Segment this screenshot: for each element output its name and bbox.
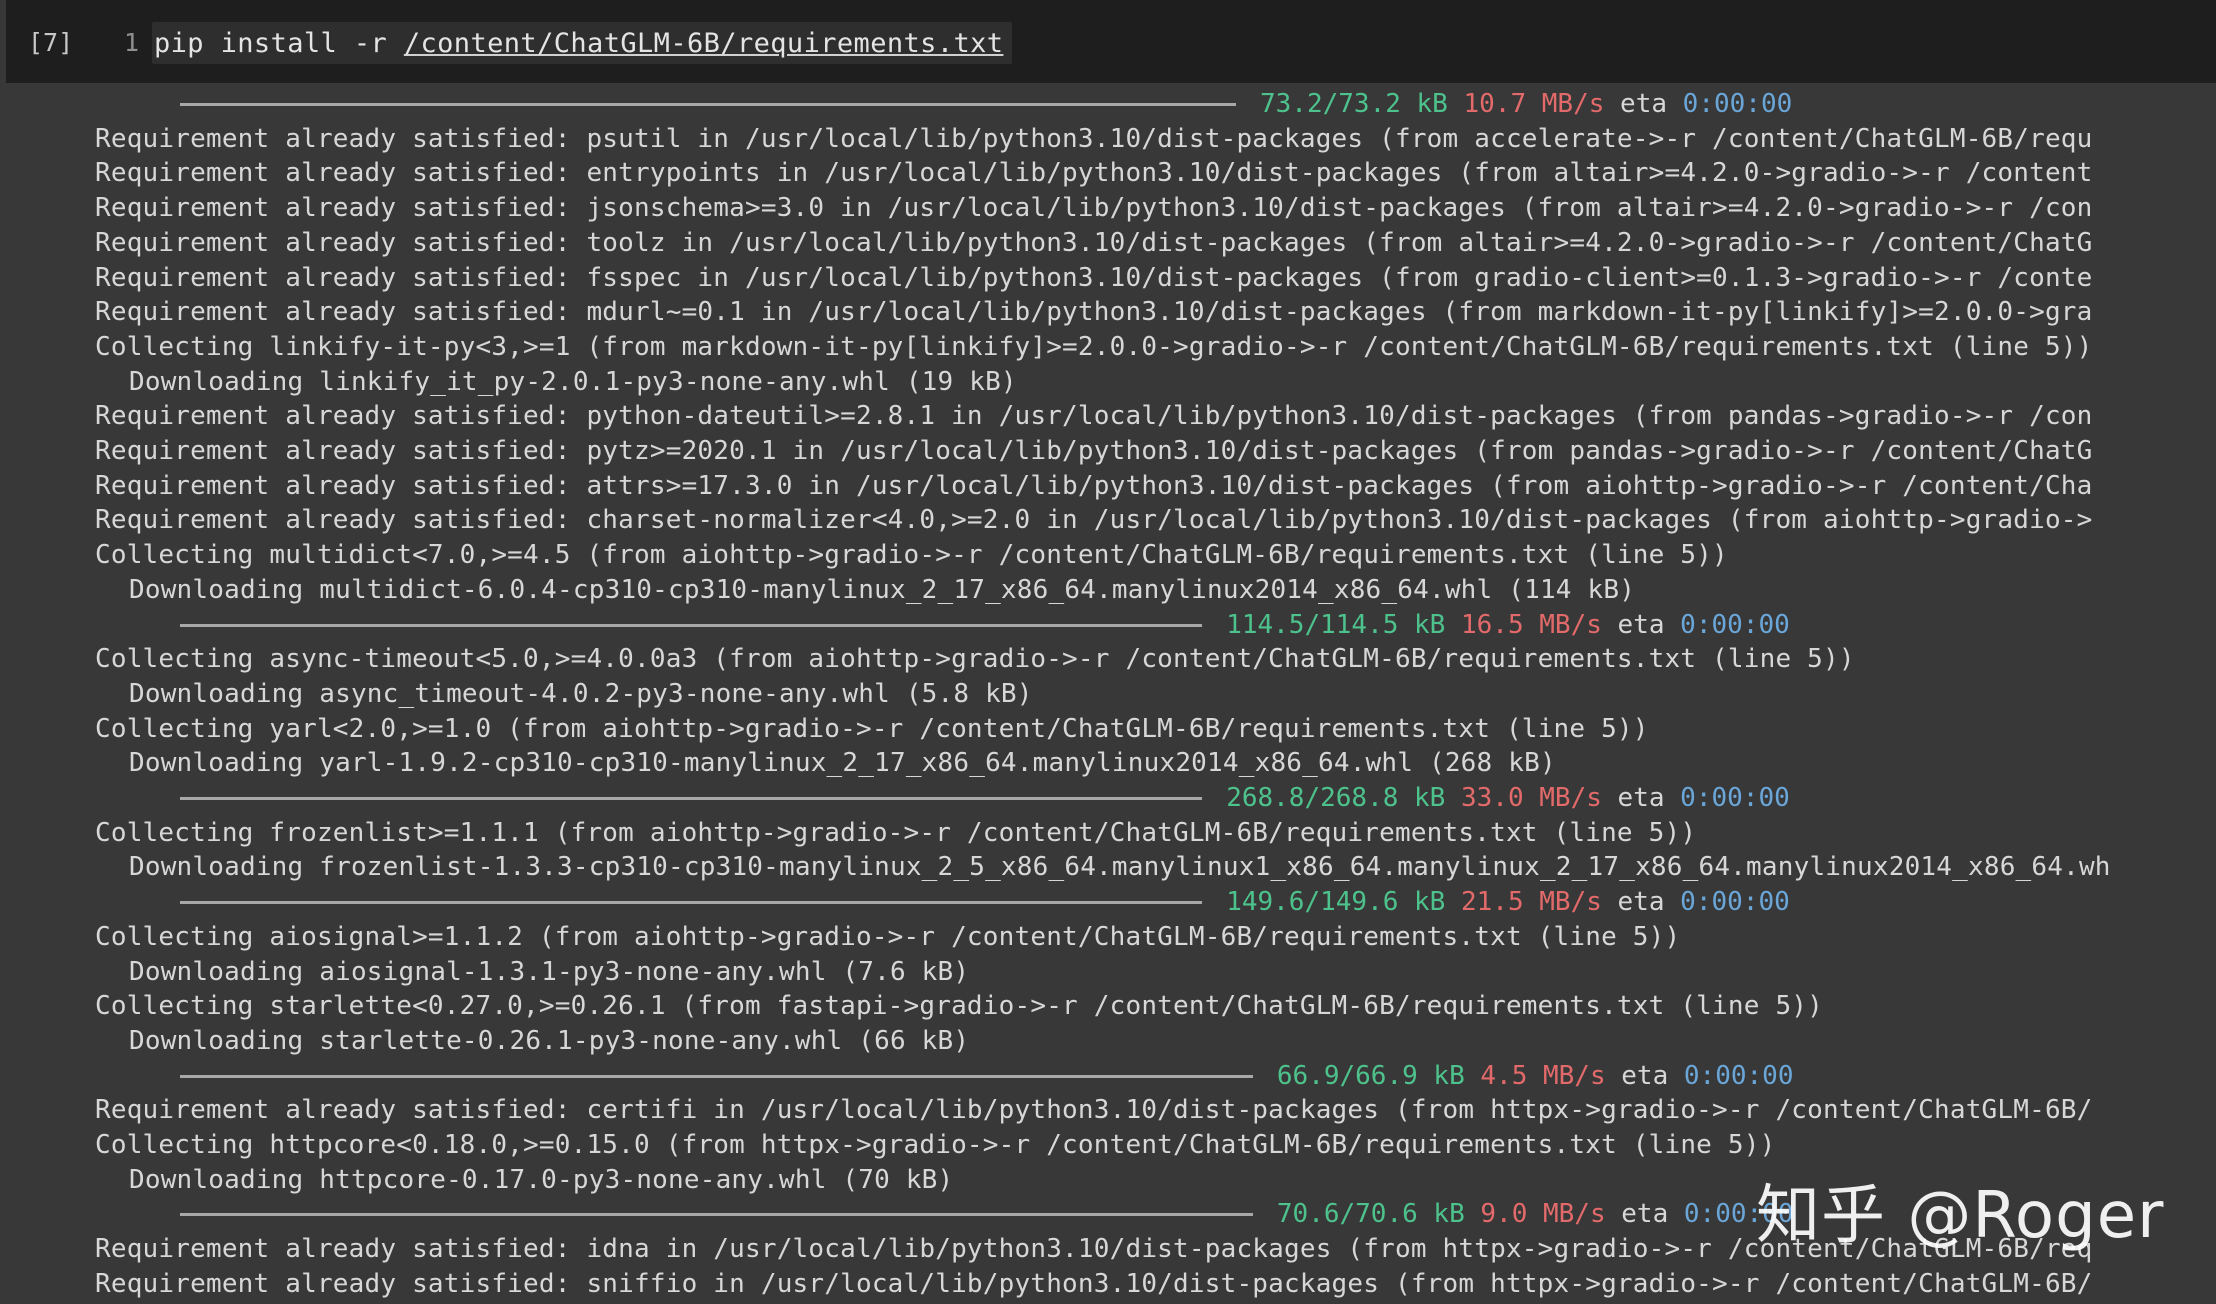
download-speed: 16.5 MB/s xyxy=(1461,609,1602,640)
log-line: Requirement already satisfied: toolz in … xyxy=(95,227,2093,258)
download-line: Downloading httpcore-0.17.0-py3-none-any… xyxy=(129,1164,954,1195)
log-line: Collecting starlette<0.27.0,>=0.26.1 (fr… xyxy=(95,991,1824,1022)
log-line: Requirement already satisfied: certifi i… xyxy=(95,1095,2093,1126)
log-line: Collecting yarl<2.0,>=1.0 (from aiohttp-… xyxy=(95,713,1649,744)
eta-label: eta xyxy=(1605,1199,1684,1230)
log-line: Requirement already satisfied: entrypoin… xyxy=(95,158,2093,189)
progress-bar xyxy=(180,901,1203,905)
eta-label: eta xyxy=(1604,89,1683,119)
log-line: Collecting multidict<7.0,>=4.5 (from aio… xyxy=(95,540,1728,571)
progress-bar xyxy=(180,797,1203,800)
download-line: Downloading linkify_it_py-2.0.1-py3-none… xyxy=(129,366,1017,397)
eta-value: 0:00:00 xyxy=(1680,783,1790,813)
progress-stats: 149.6/149.6 kB 21.5 MB/s eta 0:00:00 xyxy=(1226,886,1790,918)
log-line: Requirement already satisfied: psutil in… xyxy=(95,123,2093,154)
log-line: Requirement already satisfied: fsspec in… xyxy=(95,262,2093,293)
download-line: Downloading multidict-6.0.4-cp310-cp310-… xyxy=(129,574,1636,605)
log-line: Collecting aiosignal>=1.1.2 (from aiohtt… xyxy=(95,921,1681,952)
download-size: 114.5/114.5 kB xyxy=(1226,609,1446,640)
log-line: Requirement already satisfied: attrs>=17… xyxy=(95,470,2093,501)
progress-bar xyxy=(180,1074,1253,1078)
command-text: pip install -r xyxy=(154,28,404,59)
cell-output: 73.2/73.2 kB 10.7 MB/s eta 0:00:00 Requir… xyxy=(0,86,2216,1304)
log-line: Collecting async-timeout<5.0,>=4.0.0a3 (… xyxy=(95,644,1855,675)
download-speed: 10.7 MB/s xyxy=(1463,89,1605,119)
download-size: 268.8/268.8 kB xyxy=(1226,783,1446,813)
download-speed: 9.0 MB/s xyxy=(1480,1199,1606,1230)
download-size: 73.2/73.2 kB xyxy=(1260,89,1448,119)
log-line: Collecting linkify-it-py<3,>=1 (from mar… xyxy=(95,331,2093,362)
download-line: Downloading async_timeout-4.0.2-py3-none… xyxy=(129,678,1033,709)
download-size: 149.6/149.6 kB xyxy=(1226,887,1446,918)
download-size: 70.6/70.6 kB xyxy=(1276,1199,1465,1230)
progress-bar xyxy=(180,103,1236,106)
line-number: 1 xyxy=(124,28,140,57)
download-size: 66.9/66.9 kB xyxy=(1276,1060,1465,1091)
progress-stats: 66.9/66.9 kB 4.5 MB/s eta 0:00:00 xyxy=(1277,1060,1794,1092)
execution-count: [7] xyxy=(28,28,74,57)
code-line[interactable]: pip install -r /content/ChatGLM-6B/requi… xyxy=(154,28,1003,59)
eta-label: eta xyxy=(1601,887,1681,918)
progress-bar xyxy=(180,1213,1253,1217)
eta-value: 0:00:00 xyxy=(1680,887,1790,918)
eta-value: 0:00:00 xyxy=(1680,609,1790,640)
download-line: Downloading starlette-0.26.1-py3-none-an… xyxy=(129,1025,970,1056)
progress-stats: 114.5/114.5 kB 16.5 MB/s eta 0:00:00 xyxy=(1226,609,1790,641)
download-line: Downloading frozenlist-1.3.3-cp310-cp310… xyxy=(129,852,2111,883)
log-line: Requirement already satisfied: sniffio i… xyxy=(95,1268,2093,1299)
download-line: Downloading aiosignal-1.3.1-py3-none-any… xyxy=(129,956,970,987)
log-line: Requirement already satisfied: python-da… xyxy=(95,401,2093,432)
eta-label: eta xyxy=(1601,609,1681,640)
code-input-area[interactable]: [7] 1 pip install -r /content/ChatGLM-6B… xyxy=(6,0,2216,83)
log-line: Requirement already satisfied: charset-n… xyxy=(95,505,2093,536)
eta-value: 0:00:00 xyxy=(1683,1060,1794,1091)
notebook-cell: [7] 1 pip install -r /content/ChatGLM-6B… xyxy=(0,0,2216,1304)
download-speed: 21.5 MB/s xyxy=(1461,887,1602,918)
log-line: Requirement already satisfied: pytz>=202… xyxy=(95,436,2093,466)
log-line: Collecting frozenlist>=1.1.1 (from aioht… xyxy=(95,817,1697,848)
log-line: Requirement already satisfied: jsonschem… xyxy=(95,193,2093,224)
eta-label: eta xyxy=(1601,783,1681,813)
progress-stats: 268.8/268.8 kB 33.0 MB/s eta 0:00:00 xyxy=(1226,782,1790,814)
progress-bar xyxy=(180,623,1203,627)
download-speed: 33.0 MB/s xyxy=(1461,783,1602,813)
requirements-path-link[interactable]: /content/ChatGLM-6B/requirements.txt xyxy=(404,28,1004,59)
eta-value: 0:00:00 xyxy=(1682,89,1793,119)
watermark: 知乎 @Roger xyxy=(1756,1179,2165,1253)
progress-stats: 70.6/70.6 kB 9.0 MB/s eta 0:00:00 xyxy=(1277,1198,1794,1230)
progress-stats: 73.2/73.2 kB 10.7 MB/s eta 0:00:00 xyxy=(1260,88,1792,120)
download-speed: 4.5 MB/s xyxy=(1480,1060,1606,1091)
log-line: Requirement already satisfied: mdurl~=0.… xyxy=(95,297,2093,328)
eta-label: eta xyxy=(1605,1060,1684,1091)
log-line: Collecting httpcore<0.18.0,>=0.15.0 (fro… xyxy=(95,1130,1776,1160)
download-line: Downloading yarl-1.9.2-cp310-cp310-manyl… xyxy=(129,748,1556,779)
